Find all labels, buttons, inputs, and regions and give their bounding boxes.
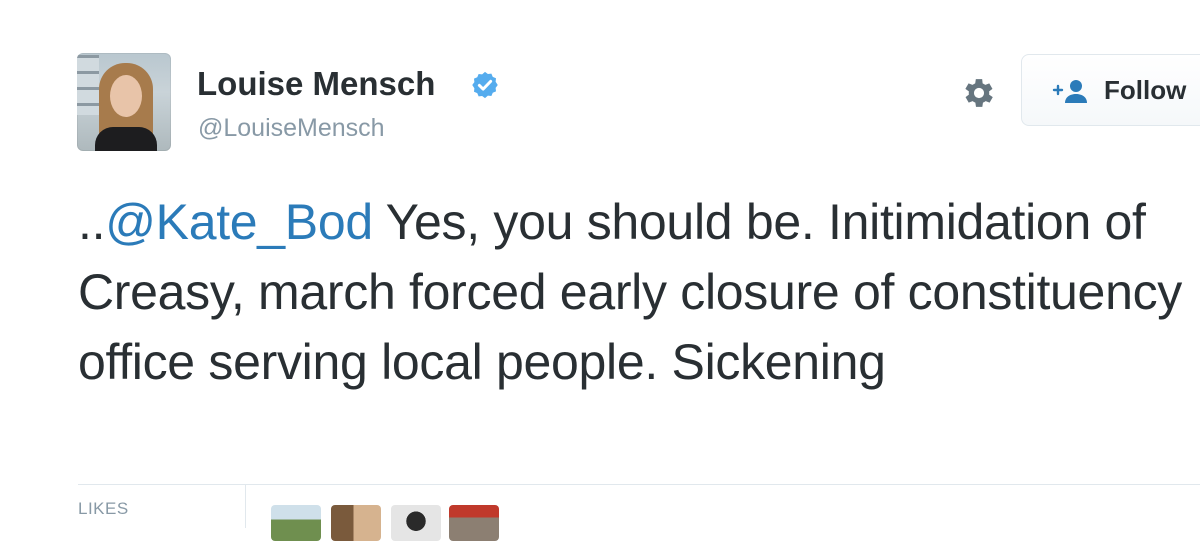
stats-divider: [78, 484, 1200, 485]
display-name[interactable]: Louise Mensch: [197, 64, 435, 104]
follow-label: Follow: [1104, 75, 1187, 105]
tweet-mention-link[interactable]: @Kate_Bod: [105, 194, 373, 250]
liker-avatar-2[interactable]: [331, 505, 381, 541]
avatar-face: [110, 75, 142, 117]
stats-vertical-divider: [245, 485, 246, 528]
liker-avatar-4[interactable]: [449, 505, 499, 541]
avatar-background: [77, 55, 99, 115]
liker-avatar-1[interactable]: [271, 505, 321, 541]
verified-badge-icon: [472, 71, 498, 99]
follow-button[interactable]: Follow: [1021, 54, 1200, 126]
liker-avatar-3[interactable]: [391, 505, 441, 541]
user-handle[interactable]: @LouiseMensch: [198, 113, 385, 143]
profile-avatar[interactable]: [77, 53, 171, 151]
tweet-prefix: ..: [78, 194, 106, 250]
avatar-body: [95, 127, 157, 151]
add-person-icon: [1052, 80, 1087, 103]
likes-label[interactable]: LIKES: [78, 499, 129, 519]
gear-icon[interactable]: [960, 74, 998, 112]
tweet-text: ..@Kate_Bod Yes, you should be. Initimid…: [78, 187, 1188, 397]
